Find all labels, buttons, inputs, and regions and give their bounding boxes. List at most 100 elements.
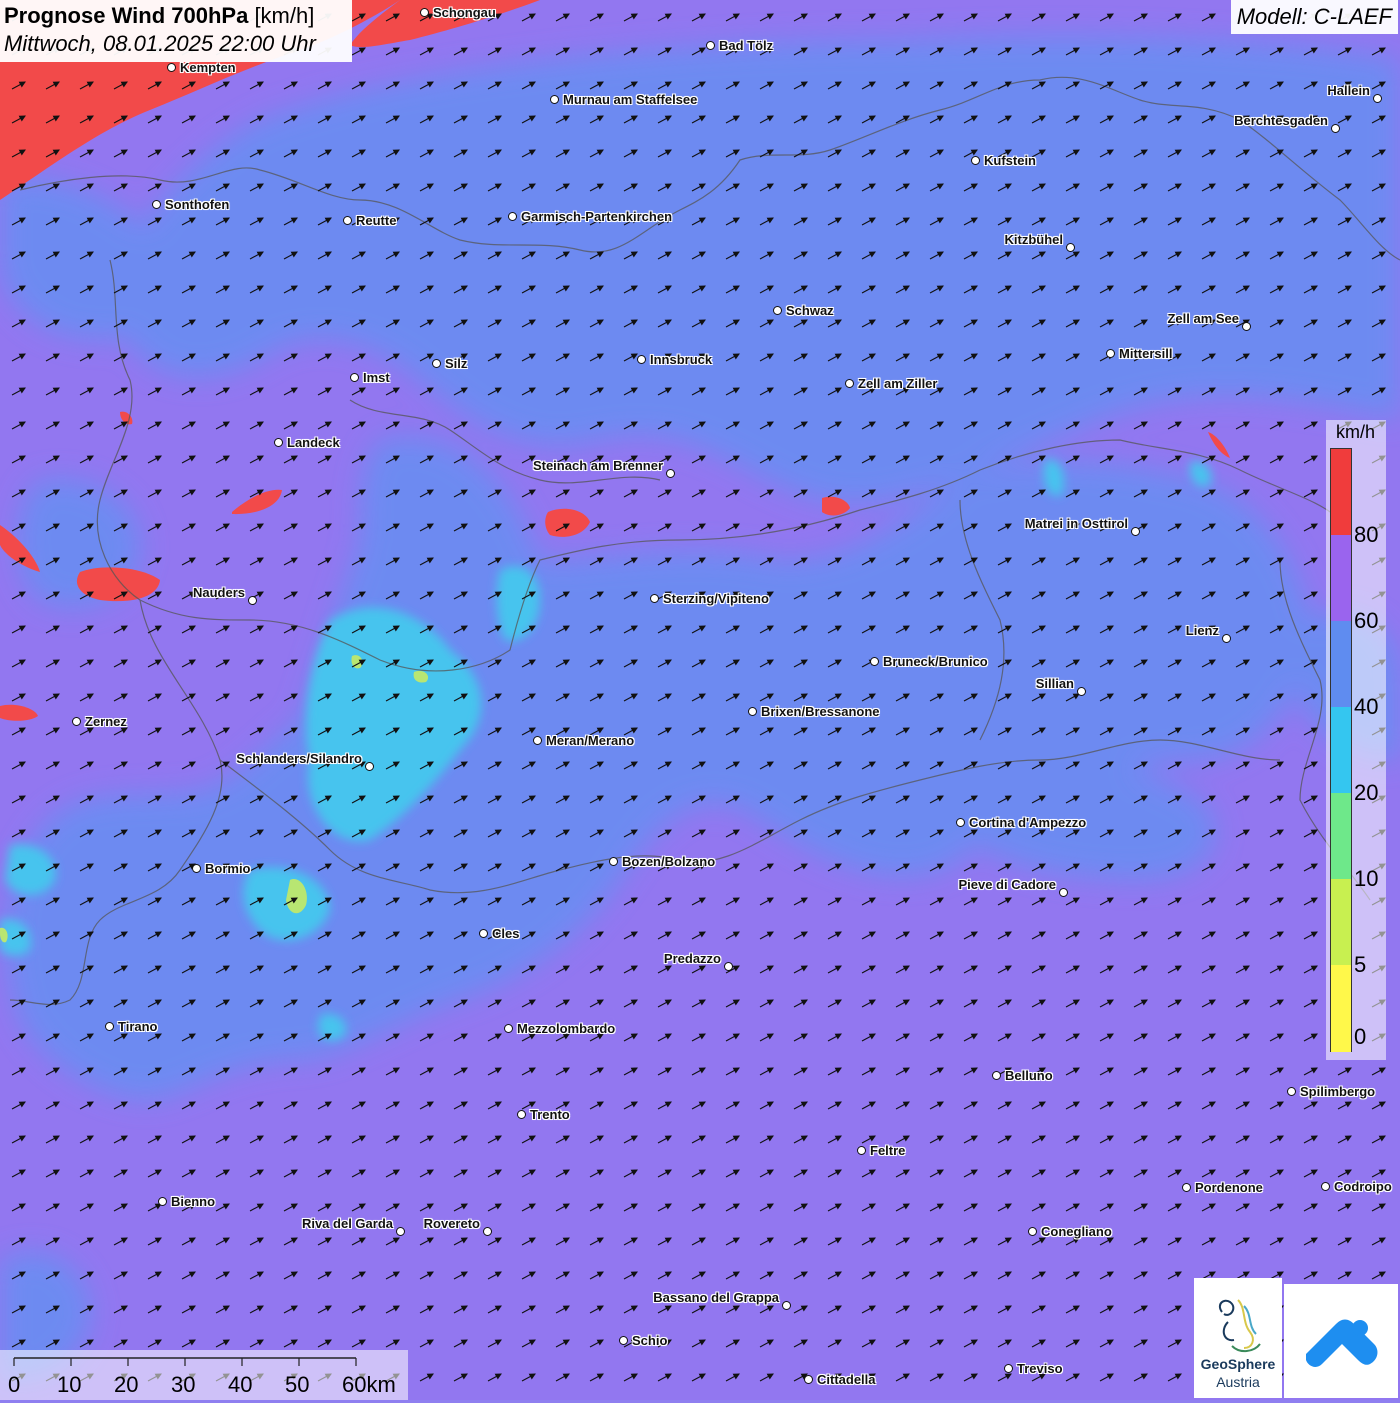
scale-label: 10 — [57, 1372, 82, 1397]
city-dot-icon — [956, 818, 965, 827]
city-dot-icon — [1242, 322, 1251, 331]
city-label: Hallein — [1327, 83, 1370, 98]
city-label: Kempten — [180, 60, 236, 75]
city-dot-icon — [1077, 687, 1086, 696]
title-unit: [km/h] — [254, 3, 315, 28]
legend-unit: km/h — [1336, 422, 1376, 442]
city-label: Rovereto — [423, 1216, 480, 1231]
city-dot-icon — [1373, 94, 1382, 103]
title-box: Prognose Wind 700hPa [km/h] Mittwoch, 08… — [0, 0, 352, 62]
city-label: Trento — [530, 1107, 570, 1122]
city-label: Schlanders/Silandro — [236, 751, 362, 766]
legend-color-bar — [1330, 448, 1352, 1052]
city-dot-icon — [773, 306, 782, 315]
city-label: Bormio — [205, 861, 251, 876]
city-dot-icon — [1106, 349, 1115, 358]
city-label: Murnau am Staffelsee — [563, 92, 698, 107]
city-label: Treviso — [1017, 1361, 1063, 1376]
legend-swatch — [1331, 879, 1351, 966]
city-dot-icon — [706, 41, 715, 50]
city-dot-icon — [1131, 527, 1140, 536]
city-dot-icon — [432, 359, 441, 368]
scale-bar: 0 10 20 30 40 50 60km — [0, 1350, 408, 1400]
legend-tick-label: 20 — [1354, 780, 1379, 805]
forecast-datetime: Mittwoch, 08.01.2025 22:00 Uhr — [4, 31, 316, 56]
geosphere-logo[interactable]: GeoSphere Austria — [1194, 1278, 1282, 1398]
city-label: Landeck — [287, 435, 340, 450]
city-label: Belluno — [1005, 1068, 1053, 1083]
city-dot-icon — [1066, 243, 1075, 252]
city-label: Kufstein — [984, 153, 1036, 168]
city-label: Zell am Ziller — [858, 376, 938, 391]
city-dot-icon — [343, 216, 352, 225]
city-label: Lienz — [1185, 623, 1219, 638]
city-label: Codroipo — [1334, 1179, 1392, 1194]
city-dot-icon — [274, 438, 283, 447]
city-label: Silz — [445, 356, 468, 371]
city-label: Schwaz — [786, 303, 834, 318]
city-label: Bad Tölz — [719, 38, 774, 53]
city-dot-icon — [1059, 888, 1068, 897]
city-dot-icon — [158, 1197, 167, 1206]
city-dot-icon — [365, 762, 374, 771]
legend-swatch — [1331, 449, 1351, 536]
city-dot-icon — [152, 200, 161, 209]
city-dot-icon — [637, 355, 646, 364]
city-dot-icon — [248, 596, 257, 605]
city-dot-icon — [870, 657, 879, 666]
city-dot-icon — [1331, 124, 1340, 133]
city-dot-icon — [350, 373, 359, 382]
city-dot-icon — [72, 717, 81, 726]
city-dot-icon — [748, 707, 757, 716]
city-label: Conegliano — [1041, 1224, 1112, 1239]
app-logo[interactable] — [1284, 1284, 1398, 1398]
city-label: Nauders — [192, 585, 245, 600]
city-dot-icon — [992, 1071, 1001, 1080]
city-label: Feltre — [870, 1143, 906, 1158]
city-dot-icon — [1222, 634, 1231, 643]
legend-tick-label: 60 — [1354, 608, 1379, 633]
geosphere-name: GeoSphere — [1200, 1356, 1276, 1372]
city-dot-icon — [550, 95, 559, 104]
city-label: Spilimbergo — [1300, 1084, 1376, 1099]
scale-label: 30 — [171, 1372, 196, 1397]
color-legend: km/h 80 60 40 20 10 5 0 — [1326, 420, 1386, 1060]
city-label: Cortina d'Ampezzo — [969, 815, 1087, 830]
city-label: Schio — [632, 1333, 668, 1348]
legend-swatch — [1331, 793, 1351, 880]
city-dot-icon — [396, 1227, 405, 1236]
city-label: Pieve di Cadore — [958, 877, 1056, 892]
scale-label: 20 — [114, 1372, 139, 1397]
city-dot-icon — [105, 1022, 114, 1031]
app-logo-icon — [1306, 1319, 1378, 1367]
city-label: Meran/Merano — [546, 733, 635, 748]
city-label: Imst — [363, 370, 390, 385]
city-dot-icon — [483, 1227, 492, 1236]
title-main: Prognose Wind 700hPa — [4, 3, 249, 28]
scale-label: 40 — [228, 1372, 253, 1397]
city-label: Riva del Garda — [301, 1216, 393, 1231]
city-dot-icon — [420, 8, 429, 17]
city-dot-icon — [192, 864, 201, 873]
city-dot-icon — [1182, 1183, 1191, 1192]
legend-swatch — [1331, 621, 1351, 708]
city-label: Reutte — [356, 213, 397, 228]
city-label: Mittersill — [1119, 346, 1173, 361]
city-label: Tirano — [118, 1019, 158, 1034]
city-label: Sonthofen — [165, 197, 230, 212]
legend-swatch — [1331, 965, 1351, 1052]
city-label: Bruneck/Brunico — [883, 654, 988, 669]
city-dot-icon — [724, 962, 733, 971]
city-label: Pordenone — [1195, 1180, 1263, 1195]
city-dot-icon — [1321, 1182, 1330, 1191]
scale-label: 50 — [285, 1372, 310, 1397]
city-dot-icon — [650, 594, 659, 603]
city-label: Predazzo — [663, 951, 721, 966]
city-dot-icon — [971, 156, 980, 165]
city-dot-icon — [508, 212, 517, 221]
map-title: Prognose Wind 700hPa [km/h] — [4, 2, 352, 30]
city-label: Matrei in Osttirol — [1024, 516, 1128, 531]
legend-tick-label: 0 — [1354, 1024, 1367, 1049]
city-dot-icon — [857, 1146, 866, 1155]
city-dot-icon — [167, 63, 176, 72]
